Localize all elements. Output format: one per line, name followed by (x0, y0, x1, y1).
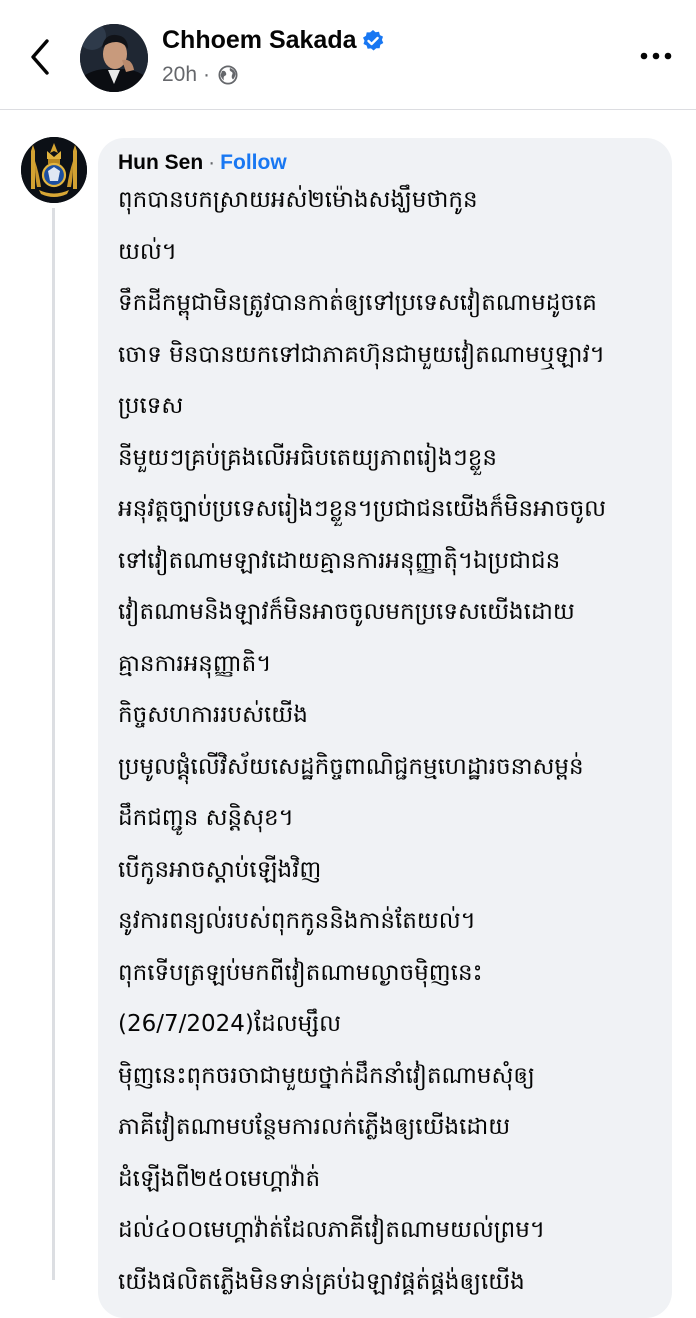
globe-icon[interactable] (218, 65, 238, 85)
comment-text-line: កិច្ចសហការរបស់យើង (118, 702, 308, 728)
comment-text-line: អនុវត្តច្បាប់ប្រទេសរៀងៗខ្លួន។ប្រជាជនយើងក… (118, 496, 607, 522)
header-divider (0, 109, 696, 110)
thread-line (52, 208, 55, 1280)
comment-text-line: (26/7/2024)ដែលម្សឹល (118, 1011, 342, 1037)
meta-separator: · (203, 63, 211, 86)
comment-text-line: ទឹកដីកម្ពុជាមិនត្រូវបានកាត់ឲ្យទៅប្រទេសវៀ… (118, 290, 597, 316)
comment-text-line: ដឹកជញ្ជូន សន្តិសុខ។ (118, 805, 294, 831)
back-button[interactable] (22, 34, 58, 80)
author-avatar[interactable] (80, 24, 148, 92)
comment-text-line: ពុកទើបត្រឡប់មកពីវៀតណាមល្ងាចម៉ិញនេះ (118, 959, 483, 986)
comment-text-line: ភាគីវៀតណាមបន្ថែមការលក់ភ្លើងឲ្យយើងដោយ (118, 1114, 511, 1140)
comment-header: Hun Sen · Follow (118, 151, 287, 175)
comment-text-line: យើងផលិតភ្លើងមិនទាន់គ្រប់ឯឡាវផ្គត់ផ្គង់ឲ្… (118, 1268, 525, 1295)
comment-text-line: ម៉ិញនេះពុកចរចាជាមួយថ្នាក់ដឹកនាំវៀតណាមសុំ… (118, 1062, 535, 1089)
comment-text-line: គ្មានការអនុញ្ញាតិ។ (118, 650, 272, 677)
comment-text-line: ចោទ មិនបានយកទៅជាភាគហ៊ុនជាមួយវៀតណាមឬឡាវ។ (118, 341, 605, 368)
comment-text-line: នីមួយៗគ្រប់គ្រងលើអធិបតេយ្យភាពរៀងៗខ្លួន (118, 444, 497, 471)
verified-badge-icon (363, 30, 384, 51)
comment-text-line: យល់។ (118, 238, 177, 265)
comment-text-line: នូវការពន្យល់របស់ពុកកូននិងកាន់តែយល់។ (118, 908, 476, 934)
chevron-left-icon (31, 39, 49, 75)
comment-text-line: ដល់៤០០មេហ្គាវ៉ាត់ដែលភាគីវៀតណាមយល់ព្រម។ (118, 1217, 545, 1243)
comment-text-line: ដំឡើងពី២៥០មេហ្គាវ៉ាត់ (118, 1165, 321, 1192)
more-options-button[interactable] (634, 42, 678, 70)
royal-emblem-image (21, 137, 87, 203)
comment-author[interactable]: Hun Sen (118, 151, 203, 174)
more-horizontal-icon (640, 52, 672, 60)
comment-text: ពុកបានបកស្រាយអស់២ម៉ោងសង្ឃឹមថាកូនយល់។ទឹកដ… (118, 175, 663, 1308)
comment-bubble[interactable]: Hun Sen · Follow ពុកបានបកស្រាយអស់២ម៉ោងសង្ឃ… (98, 138, 672, 1318)
follow-separator: · (208, 151, 216, 174)
comment-text-line: ពុកបានបកស្រាយអស់២ម៉ោងសង្ឃឹមថាកូន (118, 187, 478, 213)
post-time[interactable]: 20h (162, 63, 197, 87)
post-meta: 20h · (162, 63, 238, 87)
post-header: Chhoem Sakada 20h · (0, 0, 696, 110)
comment-text-line: ប្រទេស (118, 393, 184, 419)
follow-button[interactable]: Follow (220, 151, 287, 174)
comment-text-line: វៀតណាមនិងឡាវក៏មិនអាចចូលមកប្រទេសយើងដោយ (118, 599, 575, 625)
author-photo (80, 24, 148, 92)
comment-text-line: បើកូនអាចស្តាប់ឡើងវិញ (118, 856, 322, 883)
commenter-avatar[interactable] (21, 137, 87, 203)
comment-text-line: ទៅវៀតណាមឡាវដោយគ្មានការអនុញ្ញាត៉ិ។ឯប្រជាជ… (118, 547, 561, 574)
comment-text-line: ប្រមូលផ្តុំលើវិស័យសេដ្ឋកិច្ចពាណិជ្ជកម្មហ… (118, 753, 584, 780)
author-name[interactable]: Chhoem Sakada (162, 26, 357, 55)
